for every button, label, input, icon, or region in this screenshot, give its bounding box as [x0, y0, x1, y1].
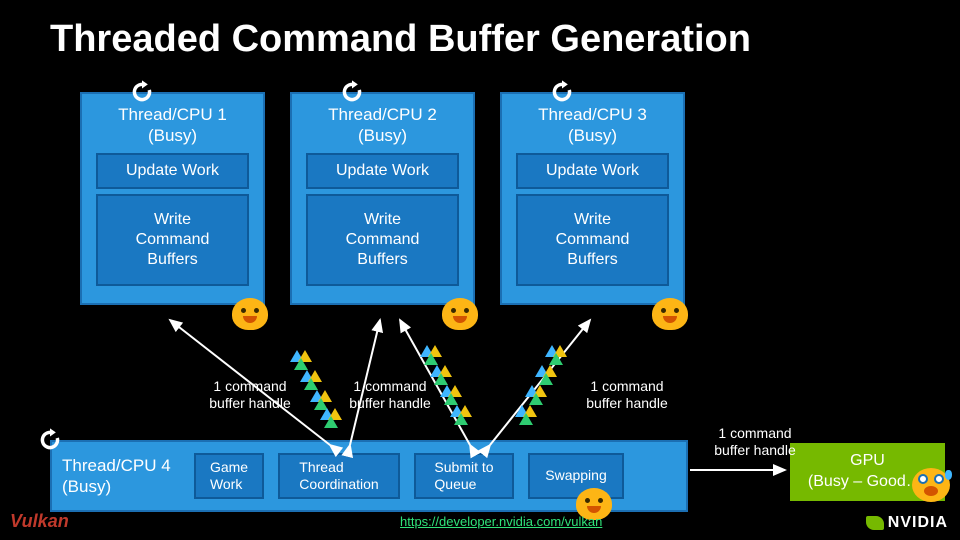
- thread-1-write: WriteCommandBuffers: [96, 194, 249, 286]
- thread-1-update: Update Work: [96, 153, 249, 189]
- thread-3-update: Update Work: [516, 153, 669, 189]
- label-cb-3: 1 commandbuffer handle: [572, 378, 682, 412]
- spin-icon: [128, 78, 156, 106]
- face-happy-icon: [652, 298, 688, 330]
- thread-4-game-work: GameWork: [194, 453, 264, 499]
- nvidia-logo: NVIDIA: [866, 514, 948, 532]
- label-cb-4: 1 commandbuffer handle: [700, 425, 810, 459]
- thread-4-swapping: Swapping: [528, 453, 624, 499]
- nvidia-eye-icon: [866, 516, 884, 530]
- label-cb-2: 1 commandbuffer handle: [340, 378, 440, 412]
- thread-2-header: Thread/CPU 2(Busy): [304, 104, 461, 147]
- label-cb-1: 1 commandbuffer handle: [200, 378, 300, 412]
- face-happy-icon: [232, 298, 268, 330]
- thread-4-submit-queue: Submit toQueue: [414, 453, 514, 499]
- face-happy-icon: [442, 298, 478, 330]
- thread-3-header: Thread/CPU 3(Busy): [514, 104, 671, 147]
- spin-icon: [548, 78, 576, 106]
- vulkan-logo: Vulkan: [10, 511, 69, 532]
- thread-4-header: Thread/CPU 4(Busy): [60, 455, 182, 498]
- page-title: Threaded Command Buffer Generation: [50, 18, 751, 61]
- face-shock-icon: [912, 468, 950, 502]
- thread-2-write: WriteCommandBuffers: [306, 194, 459, 286]
- thread-3-write: WriteCommandBuffers: [516, 194, 669, 286]
- nvidia-logo-text: NVIDIA: [888, 514, 948, 532]
- spin-icon: [36, 426, 64, 454]
- thread-box-3: Thread/CPU 3(Busy) Update Work WriteComm…: [500, 92, 685, 305]
- thread-4-thread-coord: ThreadCoordination: [278, 453, 400, 499]
- thread-box-2: Thread/CPU 2(Busy) Update Work WriteComm…: [290, 92, 475, 305]
- spin-icon: [338, 78, 366, 106]
- thread-box-1: Thread/CPU 1(Busy) Update Work WriteComm…: [80, 92, 265, 305]
- thread-1-header: Thread/CPU 1(Busy): [94, 104, 251, 147]
- thread-2-update: Update Work: [306, 153, 459, 189]
- source-link[interactable]: https://developer.nvidia.com/vulkan: [400, 514, 602, 529]
